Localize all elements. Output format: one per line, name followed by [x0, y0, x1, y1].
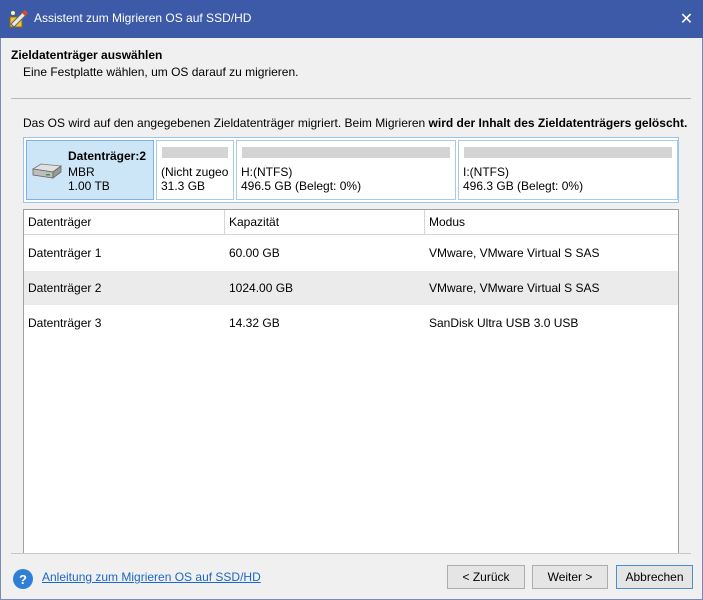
partition-i[interactable]: I:(NTFS) 496.3 GB (Belegt: 0%) [458, 140, 678, 200]
cell-mode: VMware, VMware Virtual S SAS [429, 246, 600, 260]
cell-capacity: 60.00 GB [229, 246, 280, 260]
partition-unallocated[interactable]: (Nicht zugeo 31.3 GB [156, 140, 234, 200]
next-button[interactable]: Weiter > [532, 565, 608, 589]
partition-usage-bar [242, 147, 450, 158]
table-row[interactable]: Datenträger 1 60.00 GB VMware, VMware Vi… [24, 236, 678, 270]
partition-detail: 31.3 GB [161, 179, 206, 193]
table-row[interactable]: Datenträger 2 1024.00 GB VMware, VMware … [24, 271, 678, 305]
cancel-button[interactable]: Abbrechen [616, 565, 693, 589]
info-text-normal: Das OS wird auf den angegebenen Zieldate… [23, 116, 429, 130]
cell-capacity: 14.32 GB [229, 316, 280, 330]
disk-map-label[interactable]: Datenträger:2 MBR 1.00 TB [26, 140, 154, 200]
warning-info-text: Das OS wird auf den angegebenen Zieldate… [23, 116, 687, 130]
help-tutorial-link[interactable]: Anleitung zum Migrieren OS auf SSD/HD [42, 570, 261, 584]
column-header-capacity[interactable]: Kapazität [225, 210, 425, 235]
cell-disk: Datenträger 2 [28, 281, 102, 295]
wizard-content: Zieldatenträger auswählen Eine Festplatt… [0, 38, 703, 600]
close-icon: ✕ [679, 11, 694, 28]
partition-name: I:(NTFS) [463, 165, 509, 179]
footer-divider [11, 553, 691, 554]
cell-capacity: 1024.00 GB [229, 281, 294, 295]
disk-map-type: MBR [68, 165, 95, 179]
partition-usage-bar [162, 147, 228, 158]
back-button[interactable]: < Zurück [447, 565, 525, 589]
cell-mode: SanDisk Ultra USB 3.0 USB [429, 316, 579, 330]
cell-disk: Datenträger 1 [28, 246, 102, 260]
hard-disk-icon [31, 163, 63, 181]
page-subtitle: Eine Festplatte wählen, um OS darauf zu … [23, 65, 299, 79]
title-bar: Assistent zum Migrieren OS auf SSD/HD ✕ [0, 0, 703, 38]
partition-h[interactable]: H:(NTFS) 496.5 GB (Belegt: 0%) [236, 140, 456, 200]
disk-table[interactable]: Datenträger Kapazität Modus Datenträger … [23, 209, 679, 554]
table-row[interactable]: Datenträger 3 14.32 GB SanDisk Ultra USB… [24, 306, 678, 340]
partition-detail: 496.5 GB (Belegt: 0%) [241, 179, 362, 193]
partition-name: H:(NTFS) [241, 165, 293, 179]
wizard-app-icon [7, 8, 29, 30]
disk-map-size: 1.00 TB [68, 179, 110, 193]
partition-detail: 496.3 GB (Belegt: 0%) [463, 179, 584, 193]
cell-mode: VMware, VMware Virtual S SAS [429, 281, 600, 295]
disk-map-name: Datenträger:2 [68, 149, 147, 163]
close-button[interactable]: ✕ [670, 3, 703, 35]
table-header: Datenträger Kapazität Modus [24, 210, 678, 235]
page-title: Zieldatenträger auswählen [11, 48, 163, 62]
cell-disk: Datenträger 3 [28, 316, 102, 330]
header-divider [11, 98, 691, 99]
help-icon[interactable]: ? [13, 569, 33, 589]
window-title: Assistent zum Migrieren OS auf SSD/HD [34, 11, 252, 25]
info-text-bold: wird der Inhalt des Zieldatenträgers gel… [428, 116, 688, 130]
column-header-mode[interactable]: Modus [425, 210, 678, 235]
disk-map[interactable]: Datenträger:2 MBR 1.00 TB (Nicht zugeo 3… [23, 137, 679, 203]
column-header-disk[interactable]: Datenträger [24, 210, 225, 235]
partition-usage-bar [464, 147, 672, 158]
partition-name: (Nicht zugeo [161, 165, 229, 179]
